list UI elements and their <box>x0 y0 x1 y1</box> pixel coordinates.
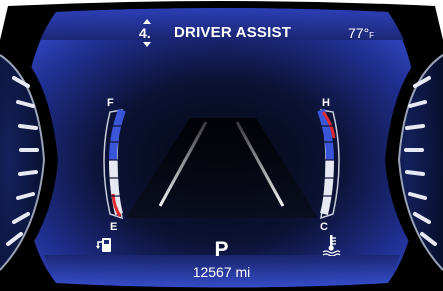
temperature-value: 77° <box>348 25 370 41</box>
coolant-hot-label: H <box>322 97 330 109</box>
fuel-empty-label: E <box>110 221 118 233</box>
odometer-readout: 12567 mi <box>192 264 251 280</box>
fuel-full-label: F <box>107 97 114 109</box>
coolant-cold-label: C <box>320 221 328 233</box>
menu-title[interactable]: DRIVER ASSIST <box>174 24 291 41</box>
menu-page-number: 4. <box>139 25 151 41</box>
outside-temperature: 77°F <box>348 25 374 41</box>
gear-indicator: P <box>214 238 229 261</box>
instrument-cluster-display: 4. DRIVER ASSIST 77°F F E H C P 12567 mi <box>0 0 443 291</box>
temperature-unit: F <box>369 31 375 40</box>
